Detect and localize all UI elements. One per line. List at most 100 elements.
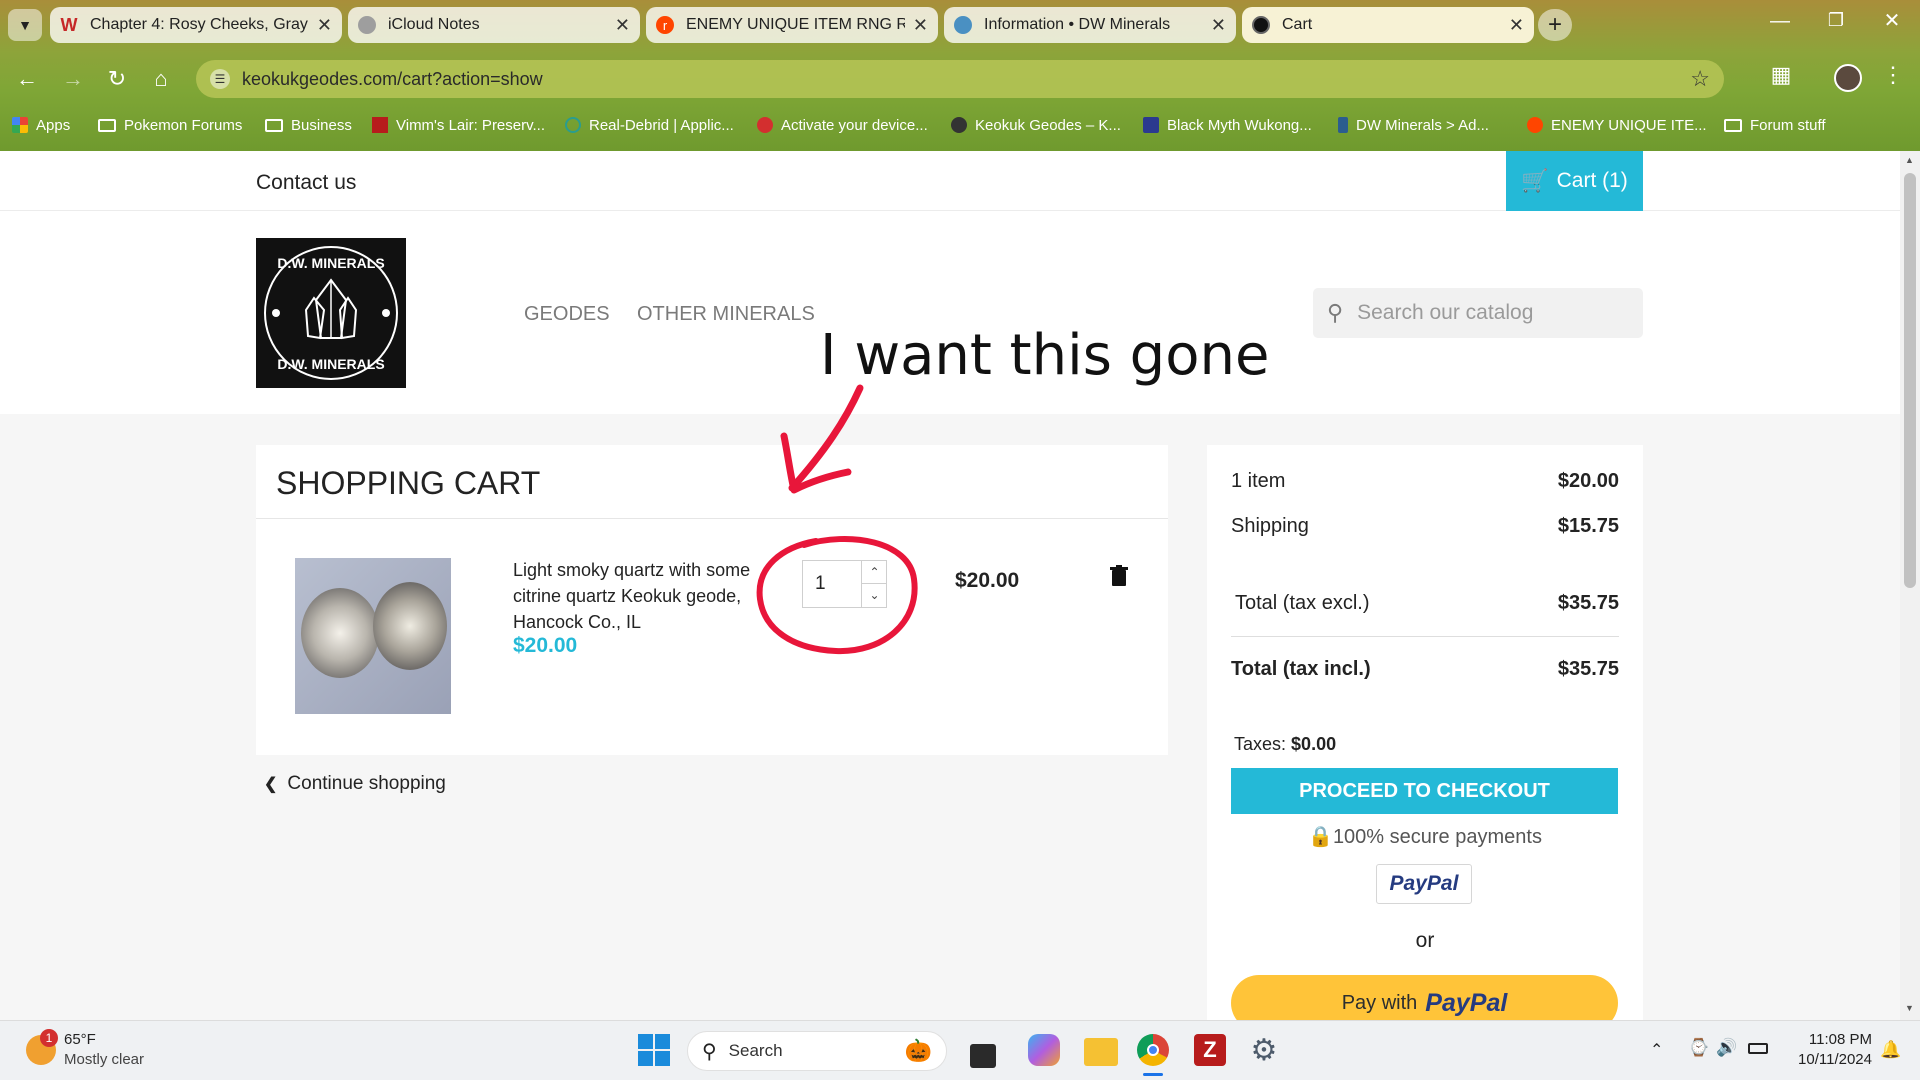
nav-geodes[interactable]: GEODES	[524, 303, 610, 326]
bookmark-forum-stuff[interactable]: Forum stuff	[1724, 114, 1826, 136]
summary-divider	[1231, 636, 1619, 637]
browser-chrome: ▼ W Chapter 4: Rosy Cheeks, Gray H ✕ iCl…	[0, 0, 1920, 151]
notification-bell-icon[interactable]: 🔔	[1880, 1040, 1901, 1060]
weather-widget[interactable]: 1 65°F Mostly clear	[20, 1029, 200, 1071]
bookmark-label: Forum stuff	[1750, 116, 1826, 134]
product-name[interactable]: Light smoky quartz with some citrine qua…	[513, 557, 768, 635]
close-icon[interactable]: ✕	[1509, 15, 1524, 36]
search-input[interactable]: ⚲ Search our catalog	[1313, 288, 1643, 338]
close-icon[interactable]: ✕	[317, 15, 332, 36]
reload-button[interactable]: ↻	[102, 64, 132, 94]
wattpad-icon: W	[60, 14, 78, 35]
items-label: 1 item	[1231, 470, 1286, 492]
task-view-icon[interactable]	[970, 1044, 996, 1068]
pay-with-paypal-button[interactable]: Pay with PayPal	[1231, 975, 1618, 1020]
geode-half-right	[373, 582, 447, 670]
tab-cart[interactable]: Cart ✕	[1242, 7, 1534, 43]
bookmark-real-debrid-applic[interactable]: Real-Debrid | Applic...	[565, 114, 734, 136]
start-button[interactable]	[638, 1034, 670, 1066]
bookmark-activate-your-device[interactable]: Activate your device...	[757, 114, 928, 136]
scrollbar-track[interactable]: ▲ ▼	[1900, 151, 1920, 1020]
apps-grid-icon	[12, 117, 28, 133]
paypal-brand: PayPal	[1425, 988, 1508, 1017]
wifi-icon[interactable]: ⌚	[1688, 1038, 1709, 1058]
proceed-to-checkout-button[interactable]: PROCEED TO CHECKOUT	[1231, 768, 1618, 814]
bookmark-label: Activate your device...	[781, 116, 928, 134]
site-logo-icon	[1252, 16, 1270, 34]
line-total: $20.00	[955, 569, 1020, 592]
taskbar-search-label: Search	[728, 1041, 783, 1060]
site-info-icon[interactable]: ☰	[210, 69, 230, 89]
bookmark-label: Vimm's Lair: Preserv...	[396, 116, 546, 134]
tab-search-button[interactable]: ▼	[8, 9, 42, 41]
bookmark-business[interactable]: Business	[265, 114, 352, 136]
battery-icon[interactable]	[1748, 1043, 1768, 1054]
tab-reddit[interactable]: r ENEMY UNIQUE ITEM RNG RAF ✕	[646, 7, 938, 43]
back-button[interactable]: ←	[12, 64, 42, 94]
close-icon[interactable]: ✕	[913, 15, 928, 36]
taskbar-search[interactable]: ⚲ Search 🎃	[687, 1031, 947, 1071]
bookmark-black-myth-wukong[interactable]: Black Myth Wukong...	[1143, 114, 1312, 136]
settings-icon[interactable]: ⚙	[1248, 1034, 1280, 1067]
clock[interactable]: 11:08 PM 10/11/2024	[1782, 1030, 1872, 1070]
total-incl-value: $35.75	[1557, 658, 1619, 680]
tab-dw-minerals-info[interactable]: Information • DW Minerals ✕	[944, 7, 1236, 43]
bookmark-pokemon-forums[interactable]: Pokemon Forums	[98, 114, 242, 136]
close-icon[interactable]: ✕	[1211, 15, 1226, 36]
apple-icon	[358, 16, 376, 34]
pumpkin-icon: 🎃	[904, 1038, 932, 1063]
scroll-up-icon[interactable]: ▲	[1905, 155, 1914, 165]
contact-link[interactable]: Contact us	[256, 171, 356, 195]
cart-label: Cart (1)	[1556, 169, 1628, 192]
site-logo[interactable]: D.W. MINERALS D.W. MINERALS	[256, 238, 406, 388]
continue-shopping-link[interactable]: ❮ Continue shopping	[264, 773, 446, 795]
file-explorer-icon[interactable]	[1084, 1038, 1118, 1066]
scroll-down-icon[interactable]: ▼	[1905, 1003, 1914, 1013]
site-topbar: Contact us 🛒 Cart (1)	[0, 151, 1900, 211]
secure-payments: 🔒100% secure payments	[1207, 824, 1643, 849]
nav-other-minerals[interactable]: OTHER MINERALS	[637, 303, 815, 326]
chrome-icon[interactable]	[1137, 1034, 1169, 1066]
product-image[interactable]	[295, 558, 451, 714]
new-tab-button[interactable]: +	[1538, 9, 1572, 41]
close-icon[interactable]: ✕	[615, 15, 630, 36]
total-incl-label: Total (tax incl.)	[1231, 658, 1371, 680]
star-icon[interactable]: ☆	[1690, 66, 1710, 92]
menu-icon[interactable]: ⋮	[1882, 62, 1904, 92]
lock-icon: 🔒	[1308, 826, 1333, 848]
logo-text-bottom: D.W. MINERALS	[277, 356, 384, 372]
items-value: $20.00	[1557, 470, 1619, 492]
divider	[256, 518, 1168, 519]
restore-button[interactable]: ❐	[1816, 10, 1856, 40]
scrollbar-thumb[interactable]	[1904, 173, 1916, 588]
bookmark-vimm-s-lair-preserv[interactable]: Vimm's Lair: Preserv...	[372, 114, 545, 136]
dark-circle-icon	[951, 117, 967, 133]
folder-icon	[1724, 118, 1742, 132]
extensions-icon[interactable]: ▦	[1766, 62, 1796, 92]
cart-button[interactable]: 🛒 Cart (1)	[1506, 151, 1643, 211]
bookmark-dw-minerals-ad[interactable]: DW Minerals > Ad...	[1338, 114, 1489, 136]
forward-button[interactable]: →	[58, 64, 88, 94]
minimize-button[interactable]: —	[1760, 10, 1800, 40]
shopping-cart-card: SHOPPING CART Light smoky quartz with so…	[256, 445, 1168, 755]
paypal-badge-text: PayPal	[1389, 872, 1459, 895]
avatar[interactable]	[1834, 64, 1862, 92]
address-bar[interactable]: ☰ keokukgeodes.com/cart?action=show ☆	[196, 60, 1724, 98]
bookmark-label: Pokemon Forums	[124, 116, 243, 134]
filezilla-icon[interactable]: Z	[1194, 1034, 1226, 1066]
close-window-button[interactable]: ✕	[1872, 8, 1912, 38]
home-button[interactable]: ⌂	[146, 64, 176, 94]
folder-icon	[265, 118, 283, 132]
bookmark-apps[interactable]: Apps	[12, 114, 70, 136]
tab-chapter[interactable]: W Chapter 4: Rosy Cheeks, Gray H ✕	[50, 7, 342, 43]
bookmark-enemy-unique-ite[interactable]: ENEMY UNIQUE ITE...	[1527, 114, 1707, 136]
show-hidden-icons[interactable]: ⌃	[1650, 1040, 1663, 1060]
trash-icon[interactable]	[1110, 565, 1128, 587]
bookmark-keokuk-geodes-k[interactable]: Keokuk Geodes – K...	[951, 114, 1121, 136]
copilot-icon[interactable]	[1028, 1034, 1060, 1066]
tab-icloud-notes[interactable]: iCloud Notes ✕	[348, 7, 640, 43]
chrome-active-indicator	[1143, 1073, 1163, 1076]
volume-icon[interactable]: 🔊	[1716, 1038, 1737, 1058]
logo-graphic: D.W. MINERALS D.W. MINERALS	[264, 246, 398, 380]
tab-label: iCloud Notes	[388, 16, 480, 33]
